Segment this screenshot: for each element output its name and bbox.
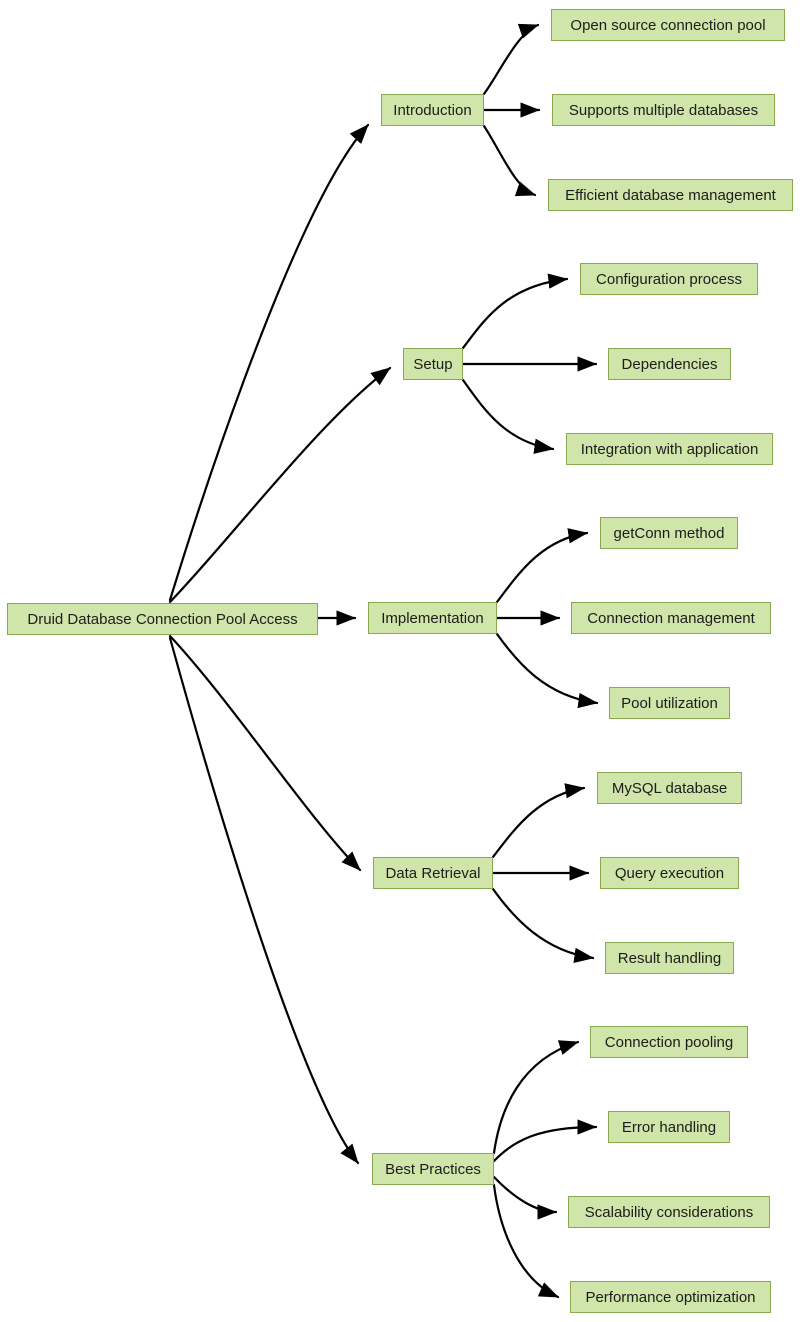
leaf-node-connection-pooling-label: Connection pooling xyxy=(604,1033,734,1051)
edges-group xyxy=(168,23,599,1299)
leaf-node-configuration-process-label: Configuration process xyxy=(596,270,742,288)
edge-best-practices-connection-pooling xyxy=(492,1040,580,1155)
leaf-node-pool-utilization-label: Pool utilization xyxy=(621,694,718,712)
leaf-node-query-execution-label: Query execution xyxy=(614,864,725,882)
edge-introduction-efficient-database-management xyxy=(482,124,537,197)
branch-node-best-practices[interactable]: Best Practices xyxy=(372,1153,494,1185)
leaf-node-error-handling[interactable]: Error handling xyxy=(608,1111,730,1143)
leaf-node-result-handling[interactable]: Result handling xyxy=(605,942,734,974)
leaf-node-performance-optimization[interactable]: Performance optimization xyxy=(570,1281,771,1313)
mindmap-root-node-label: Druid Database Connection Pool Access xyxy=(27,610,298,628)
leaf-node-integration-with-application-label: Integration with application xyxy=(580,440,759,458)
leaf-node-open-source-connection-pool-label: Open source connection pool xyxy=(570,16,766,34)
leaf-node-getconn-method-label: getConn method xyxy=(613,524,725,542)
leaf-node-dependencies-label: Dependencies xyxy=(621,355,718,373)
leaf-node-performance-optimization-label: Performance optimization xyxy=(585,1288,756,1306)
leaf-node-connection-management[interactable]: Connection management xyxy=(571,602,771,634)
leaf-node-supports-multiple-databases[interactable]: Supports multiple databases xyxy=(552,94,775,126)
edge-introduction-open-source-connection-pool xyxy=(482,23,540,96)
branch-node-best-practices-label: Best Practices xyxy=(385,1160,481,1178)
edge-root-introduction xyxy=(168,123,370,602)
mindmap-root-node[interactable]: Druid Database Connection Pool Access xyxy=(7,603,318,635)
branch-node-introduction-label: Introduction xyxy=(393,101,472,119)
edge-best-practices-error-handling xyxy=(492,1119,598,1163)
leaf-node-integration-with-application[interactable]: Integration with application xyxy=(566,433,773,465)
edge-setup-integration-with-application xyxy=(461,378,555,454)
leaf-node-supports-multiple-databases-label: Supports multiple databases xyxy=(568,101,759,119)
leaf-node-scalability-considerations[interactable]: Scalability considerations xyxy=(568,1196,770,1228)
leaf-node-pool-utilization[interactable]: Pool utilization xyxy=(609,687,730,719)
branch-node-implementation-label: Implementation xyxy=(381,609,484,627)
leaf-node-connection-pooling[interactable]: Connection pooling xyxy=(590,1026,748,1058)
leaf-node-efficient-database-management[interactable]: Efficient database management xyxy=(548,179,793,211)
edge-best-practices-scalability-considerations xyxy=(492,1175,558,1220)
leaf-node-scalability-considerations-label: Scalability considerations xyxy=(584,1203,754,1221)
edge-root-data-retrieval xyxy=(168,634,362,872)
edge-data-retrieval-result-handling xyxy=(491,887,595,964)
edge-best-practices-performance-optimization xyxy=(492,1183,560,1299)
leaf-node-query-execution[interactable]: Query execution xyxy=(600,857,739,889)
leaf-node-open-source-connection-pool[interactable]: Open source connection pool xyxy=(551,9,785,41)
leaf-node-mysql-database-label: MySQL database xyxy=(611,779,728,797)
edge-setup-configuration-process xyxy=(461,273,569,350)
leaf-node-mysql-database[interactable]: MySQL database xyxy=(597,772,742,804)
leaf-node-configuration-process[interactable]: Configuration process xyxy=(580,263,758,295)
branch-node-setup-label: Setup xyxy=(413,355,453,373)
branch-node-introduction[interactable]: Introduction xyxy=(381,94,484,126)
leaf-node-error-handling-label: Error handling xyxy=(621,1118,717,1136)
branch-node-data-retrieval-label: Data Retrieval xyxy=(385,864,481,882)
edge-data-retrieval-mysql-database xyxy=(491,783,586,859)
leaf-node-dependencies[interactable]: Dependencies xyxy=(608,348,731,380)
branch-node-setup[interactable]: Setup xyxy=(403,348,463,380)
leaf-node-connection-management-label: Connection management xyxy=(587,609,755,627)
leaf-node-result-handling-label: Result handling xyxy=(617,949,722,967)
mindmap-canvas: Druid Database Connection Pool Access Int… xyxy=(0,0,800,1322)
branch-node-data-retrieval[interactable]: Data Retrieval xyxy=(373,857,493,889)
edge-root-setup xyxy=(168,366,392,604)
edge-implementation-pool-utilization xyxy=(495,632,599,709)
edge-implementation-getconn-method xyxy=(495,528,589,604)
leaf-node-efficient-database-management-label: Efficient database management xyxy=(565,186,776,204)
leaf-node-getconn-method[interactable]: getConn method xyxy=(600,517,738,549)
edge-root-best-practices xyxy=(168,636,360,1165)
branch-node-implementation[interactable]: Implementation xyxy=(368,602,497,634)
